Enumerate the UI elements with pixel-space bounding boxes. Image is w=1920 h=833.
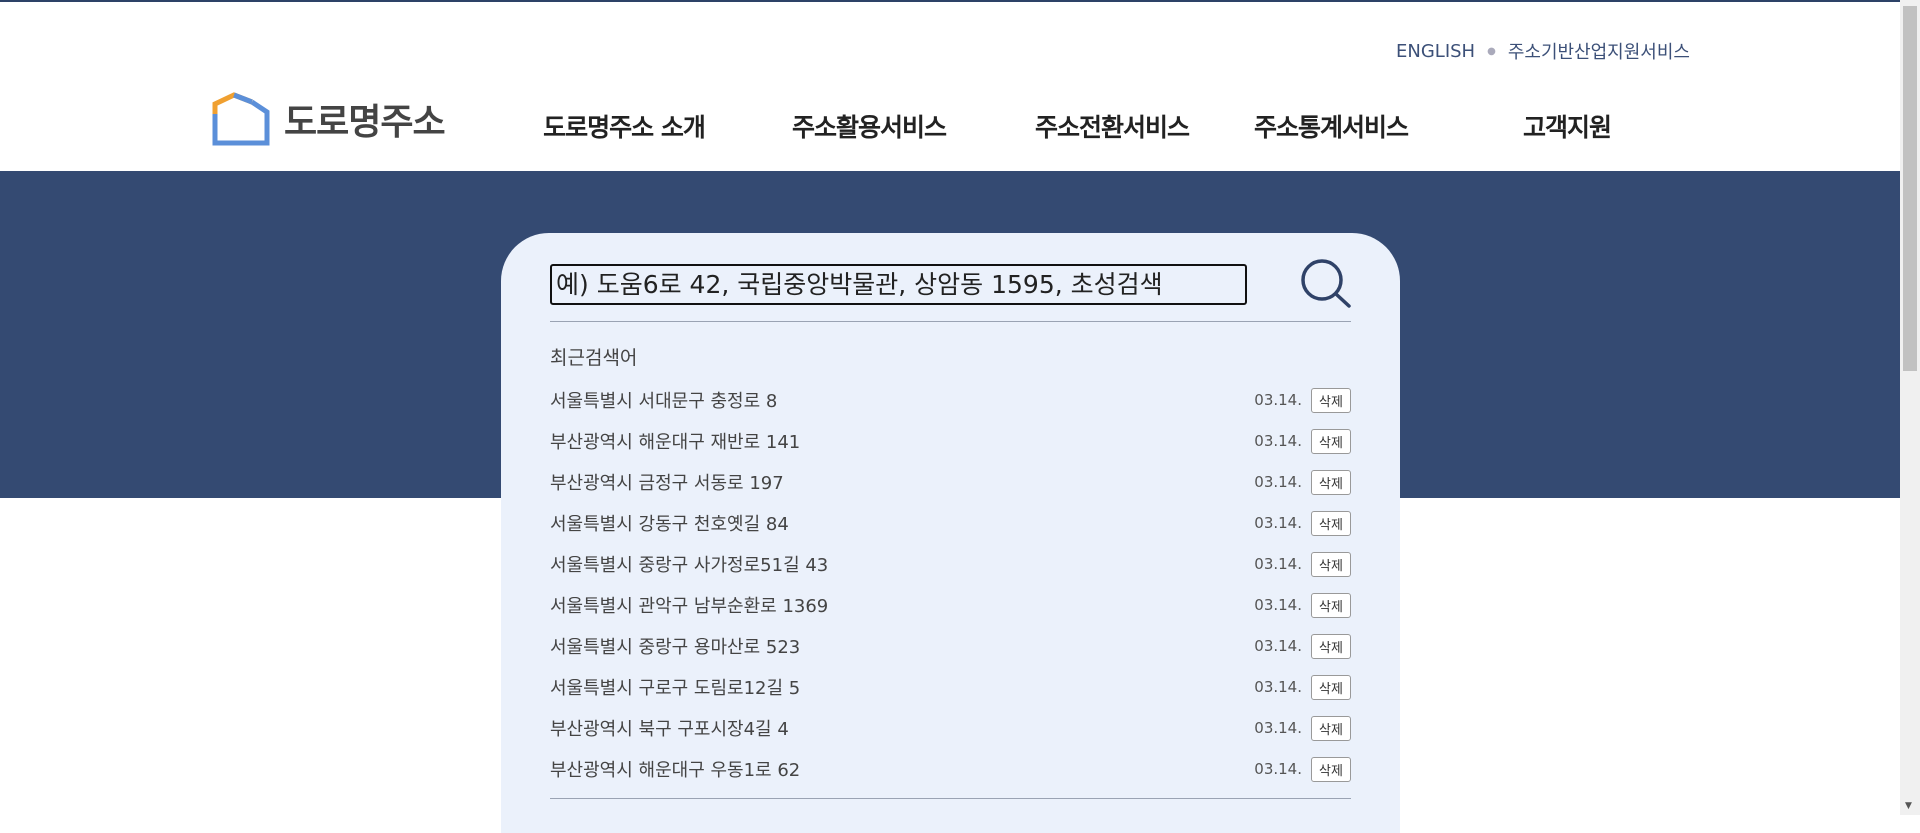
utility-links: ENGLISH ● 주소기반산업지원서비스 [1396,38,1690,64]
english-link[interactable]: ENGLISH [1396,41,1475,62]
address-search-input[interactable] [550,264,1247,305]
recent-address-link[interactable]: 서울특별시 중랑구 용마산로 523 [550,633,1254,659]
recent-date: 03.14. [1254,432,1302,450]
scrollbar-thumb[interactable] [1903,6,1917,371]
recent-date: 03.14. [1254,514,1302,532]
recent-address-link[interactable]: 부산광역시 해운대구 우동1로 62 [550,756,1254,782]
recent-searches-title: 최근검색어 [550,347,638,369]
recent-address-link[interactable]: 부산광역시 해운대구 재반로 141 [550,428,1254,454]
delete-button[interactable]: 삭제 [1311,510,1351,536]
search-button[interactable] [1299,257,1353,311]
delete-button[interactable]: 삭제 [1311,592,1351,618]
search-panel: 최근검색어 서울특별시 서대문구 충정로 803.14.삭제부산광역시 해운대구… [501,233,1400,833]
recent-date: 03.14. [1254,678,1302,696]
recent-search-item: 부산광역시 금정구 서동로 197 03.14. 삭제 [550,468,1351,496]
recent-search-item: 서울특별시 서대문구 충정로 8 03.14. 삭제 [550,386,1351,414]
nav-item-intro[interactable]: 도로명주소 소개 [543,108,706,144]
search-icon [1301,259,1351,308]
nav-item-support[interactable]: 고객지원 [1523,108,1612,144]
page-scrollbar[interactable]: ▼ [1900,0,1920,815]
delete-button[interactable]: 삭제 [1311,633,1351,659]
recent-search-item: 서울특별시 중랑구 용마산로 523 03.14. 삭제 [550,632,1351,660]
recent-address-link[interactable]: 서울특별시 중랑구 사가정로51길 43 [550,551,1254,577]
delete-button[interactable]: 삭제 [1311,387,1351,413]
delete-button[interactable]: 삭제 [1311,551,1351,577]
industry-support-link[interactable]: 주소기반산업지원서비스 [1508,38,1690,64]
recent-address-link[interactable]: 서울특별시 구로구 도림로12길 5 [550,674,1254,700]
recent-address-link[interactable]: 서울특별시 관악구 남부순환로 1369 [550,592,1254,618]
recent-date: 03.14. [1254,719,1302,737]
delete-button[interactable]: 삭제 [1311,674,1351,700]
delete-button[interactable]: 삭제 [1311,428,1351,454]
recent-date: 03.14. [1254,391,1302,409]
recent-date: 03.14. [1254,473,1302,491]
scroll-down-arrow-icon[interactable]: ▼ [1905,801,1912,811]
nav-item-statistics[interactable]: 주소통계서비스 [1254,108,1409,144]
recent-search-item: 서울특별시 관악구 남부순환로 1369 03.14. 삭제 [550,591,1351,619]
recent-date: 03.14. [1254,555,1302,573]
search-divider [550,321,1351,322]
recent-search-item: 서울특별시 중랑구 사가정로51길 43 03.14. 삭제 [550,550,1351,578]
recent-date: 03.14. [1254,637,1302,655]
recent-search-item: 부산광역시 해운대구 재반로 141 03.14. 삭제 [550,427,1351,455]
recent-search-item: 부산광역시 북구 구포시장4길 4 03.14. 삭제 [550,714,1351,742]
recent-address-link[interactable]: 서울특별시 강동구 천호옛길 84 [550,510,1254,536]
recent-search-item: 부산광역시 해운대구 우동1로 62 03.14. 삭제 [550,755,1351,783]
top-border [0,0,1900,2]
delete-button[interactable]: 삭제 [1311,756,1351,782]
recent-address-link[interactable]: 부산광역시 금정구 서동로 197 [550,469,1254,495]
delete-button[interactable]: 삭제 [1311,715,1351,741]
recent-bottom-divider [550,798,1351,799]
nav-item-utilization[interactable]: 주소활용서비스 [792,108,947,144]
delete-button[interactable]: 삭제 [1311,469,1351,495]
recent-date: 03.14. [1254,596,1302,614]
recent-address-link[interactable]: 부산광역시 북구 구포시장4길 4 [550,715,1254,741]
recent-address-link[interactable]: 서울특별시 서대문구 충정로 8 [550,387,1254,413]
recent-search-item: 서울특별시 강동구 천호옛길 84 03.14. 삭제 [550,509,1351,537]
main-nav: 도로명주소 소개 주소활용서비스 주소전환서비스 주소통계서비스 고객지원 [0,108,1900,148]
separator-dot: ● [1487,45,1496,57]
recent-search-item: 서울특별시 구로구 도림로12길 5 03.14. 삭제 [550,673,1351,701]
recent-date: 03.14. [1254,760,1302,778]
nav-item-conversion[interactable]: 주소전환서비스 [1035,108,1190,144]
